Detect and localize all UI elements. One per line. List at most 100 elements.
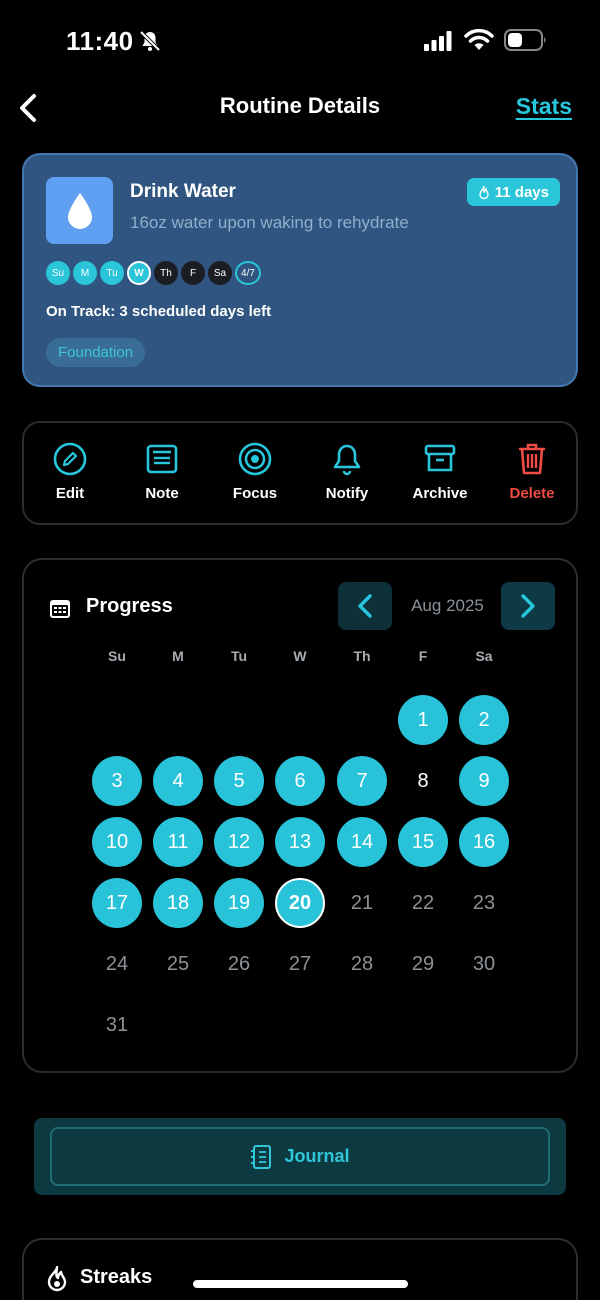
weekday-dot: Tu xyxy=(100,261,124,285)
routine-title: Drink Water xyxy=(130,181,236,202)
trash-icon xyxy=(519,443,545,475)
calendar-day[interactable]: 2 xyxy=(459,695,509,745)
note-icon xyxy=(146,444,178,474)
archive-icon xyxy=(424,444,456,472)
flame-icon xyxy=(47,1266,67,1292)
focus-icon xyxy=(238,442,272,476)
weekday-dot: Su xyxy=(46,261,70,285)
calendar-day[interactable]: 29 xyxy=(398,939,448,989)
calendar-day[interactable]: 4 xyxy=(153,756,203,806)
calendar-day[interactable]: 23 xyxy=(459,878,509,928)
focus-button[interactable]: Focus xyxy=(209,441,301,502)
journal-icon xyxy=(251,1144,272,1169)
water-drop-icon xyxy=(46,177,113,244)
calendar-day[interactable]: 7 xyxy=(337,756,387,806)
streaks-title: Streaks xyxy=(80,1266,153,1288)
archive-button[interactable]: Archive xyxy=(394,441,486,502)
note-button[interactable]: Note xyxy=(116,441,208,502)
flame-icon xyxy=(479,185,489,199)
chevron-left-icon xyxy=(358,594,372,618)
weekday-header: Su xyxy=(108,648,126,664)
edit-icon xyxy=(53,442,87,476)
weekday-progress: Su M Tu W Th F Sa 4/7 xyxy=(46,261,261,285)
streak-badge: 11 days xyxy=(466,178,560,206)
page-title: Routine Details xyxy=(219,93,381,118)
battery-icon xyxy=(504,29,546,51)
calendar-day[interactable]: 13 xyxy=(275,817,325,867)
status-bar: 11:40 xyxy=(0,0,600,80)
calendar-day[interactable]: 3 xyxy=(92,756,142,806)
calendar-day[interactable]: 18 xyxy=(153,878,203,928)
calendar-day[interactable]: 14 xyxy=(337,817,387,867)
weekday-dot: Sa xyxy=(208,261,232,285)
calendar-day[interactable]: 28 xyxy=(337,939,387,989)
calendar-day[interactable]: 31 xyxy=(92,1000,142,1050)
journal-section: Journal xyxy=(34,1118,566,1195)
calendar-day[interactable]: 8 xyxy=(398,756,448,806)
routine-status: On Track: 3 scheduled days left xyxy=(46,303,272,320)
home-indicator xyxy=(193,1280,408,1288)
weekly-count-badge: 4/7 xyxy=(235,261,261,285)
journal-label: Journal xyxy=(284,1146,350,1166)
weekday-header: F xyxy=(418,648,428,664)
progress-title: Progress xyxy=(86,595,173,617)
weekday-header: Sa xyxy=(475,648,493,664)
calendar-day[interactable]: 15 xyxy=(398,817,448,867)
previous-month-button[interactable] xyxy=(338,582,392,630)
delete-button[interactable]: Delete xyxy=(486,441,578,502)
calendar-day[interactable]: 21 xyxy=(337,878,387,928)
month-label: Aug 2025 xyxy=(411,596,484,615)
archive-label: Archive xyxy=(412,485,468,502)
cellular-signal-icon xyxy=(424,31,452,51)
delete-label: Delete xyxy=(509,485,555,502)
status-time: 11:40 xyxy=(66,26,134,56)
calendar-day[interactable]: 27 xyxy=(275,939,325,989)
calendar-day[interactable]: 22 xyxy=(398,878,448,928)
action-bar: Edit Note Focus Notify Archive Delete xyxy=(22,421,578,525)
edit-button[interactable]: Edit xyxy=(24,441,116,502)
weekday-dot: W xyxy=(127,261,151,285)
routine-card[interactable]: Drink Water 16oz water upon waking to re… xyxy=(22,153,578,387)
routine-description: 16oz water upon waking to rehydrate xyxy=(130,213,409,232)
calendar-day[interactable]: 26 xyxy=(214,939,264,989)
nav-bar: Routine Details Stats xyxy=(0,80,600,136)
journal-button[interactable]: Journal xyxy=(50,1127,550,1186)
calendar-day[interactable]: 12 xyxy=(214,817,264,867)
streaks-section: Streaks xyxy=(22,1238,578,1300)
weekday-header: Tu xyxy=(230,648,248,664)
streak-label: 11 days xyxy=(494,183,549,201)
progress-calendar: Progress Aug 2025 Su M Tu W Th F Sa 1234567891… xyxy=(22,558,578,1073)
calendar-day[interactable]: 5 xyxy=(214,756,264,806)
category-tag[interactable]: Foundation xyxy=(46,338,146,367)
weekday-header: M xyxy=(172,648,184,664)
calendar-day[interactable]: 17 xyxy=(92,878,142,928)
focus-label: Focus xyxy=(232,485,278,502)
calendar-day[interactable]: 24 xyxy=(92,939,142,989)
stats-link[interactable]: Stats xyxy=(516,93,572,120)
calendar-day[interactable]: 30 xyxy=(459,939,509,989)
edit-label: Edit xyxy=(55,485,85,502)
weekday-dot: F xyxy=(181,261,205,285)
notify-button[interactable]: Notify xyxy=(301,441,393,502)
wifi-icon xyxy=(464,28,494,50)
calendar-day[interactable]: 11 xyxy=(153,817,203,867)
calendar-day[interactable]: 19 xyxy=(214,878,264,928)
calendar-icon xyxy=(50,600,70,618)
weekday-dot: M xyxy=(73,261,97,285)
bell-off-icon xyxy=(139,30,161,52)
calendar-day[interactable]: 25 xyxy=(153,939,203,989)
note-label: Note xyxy=(145,485,179,502)
calendar-day[interactable]: 20 xyxy=(275,878,325,928)
notify-label: Notify xyxy=(325,485,369,502)
weekday-dot: Th xyxy=(154,261,178,285)
next-month-button[interactable] xyxy=(501,582,555,630)
calendar-day[interactable]: 10 xyxy=(92,817,142,867)
calendar-day[interactable]: 6 xyxy=(275,756,325,806)
weekday-header: Th xyxy=(353,648,371,664)
weekday-header: W xyxy=(293,648,307,664)
chevron-right-icon xyxy=(521,594,535,618)
calendar-day[interactable]: 9 xyxy=(459,756,509,806)
calendar-day[interactable]: 1 xyxy=(398,695,448,745)
bell-icon xyxy=(333,444,361,476)
calendar-day[interactable]: 16 xyxy=(459,817,509,867)
